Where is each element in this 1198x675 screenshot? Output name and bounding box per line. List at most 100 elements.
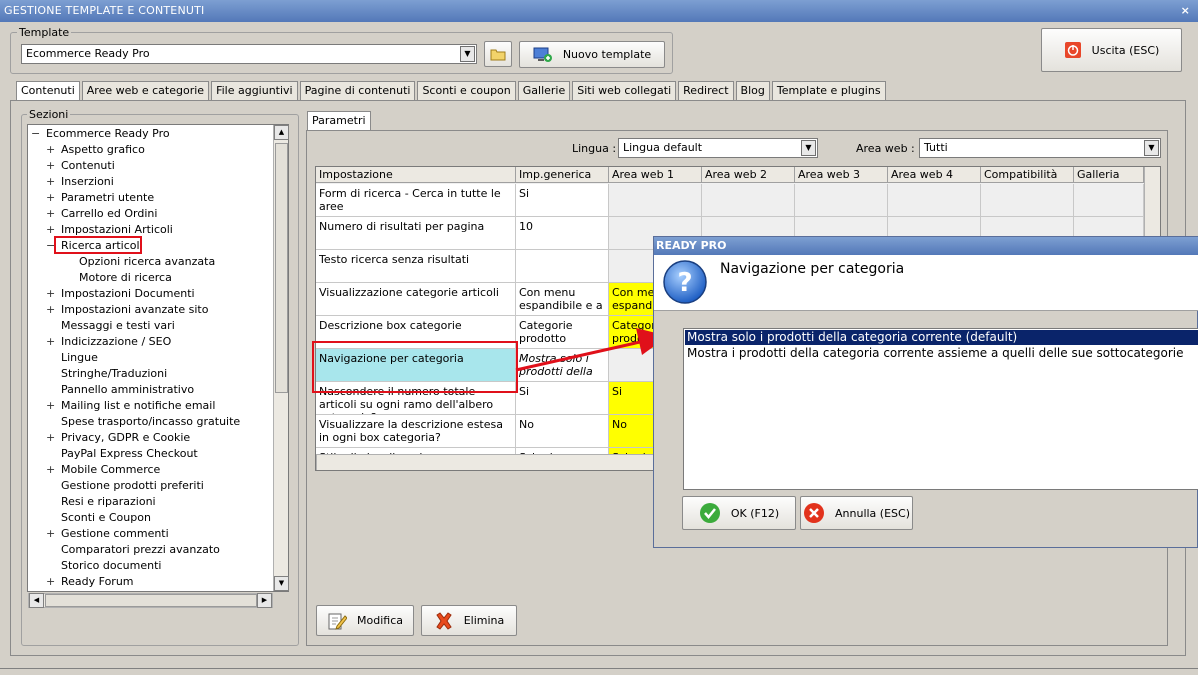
- tree-item[interactable]: + Impostazioni Documenti: [46, 286, 195, 302]
- expand-icon[interactable]: +: [46, 190, 55, 206]
- modify-button[interactable]: Modifica: [316, 605, 414, 636]
- tree-item[interactable]: Spese trasporto/incasso gratuite: [46, 414, 240, 430]
- tree-item[interactable]: Storico documenti: [46, 558, 161, 574]
- grid-cell[interactable]: [702, 184, 795, 217]
- tree-item[interactable]: + Parametri utente: [46, 190, 154, 206]
- grid-cell[interactable]: [795, 184, 888, 217]
- column-header[interactable]: Area web 3: [795, 167, 888, 183]
- expand-icon[interactable]: +: [46, 302, 55, 318]
- new-template-button[interactable]: Nuovo template: [519, 41, 665, 68]
- grid-cell[interactable]: [981, 184, 1074, 217]
- tree-item[interactable]: + Ready Forum: [46, 574, 134, 590]
- sections-tree[interactable]: − Ecommerce Ready Pro + Aspetto grafico + Con…: [27, 124, 289, 592]
- expand-icon[interactable]: +: [46, 334, 55, 350]
- expand-icon[interactable]: +: [46, 158, 55, 174]
- column-header[interactable]: Area web 2: [702, 167, 795, 183]
- tree-item[interactable]: Gestione prodotti preferiti: [46, 478, 204, 494]
- expand-icon[interactable]: +: [46, 574, 55, 590]
- scroll-left-icon[interactable]: ◀: [29, 593, 44, 608]
- column-header[interactable]: Area web 1: [609, 167, 702, 183]
- grid-cell[interactable]: Si: [516, 382, 609, 415]
- h-scroll-thumb[interactable]: [45, 594, 257, 607]
- tree-item[interactable]: + Indicizzazione / SEO: [46, 334, 171, 350]
- tab-parametri[interactable]: Parametri: [307, 111, 371, 132]
- tree-item[interactable]: Stringhe/Traduzioni: [46, 366, 167, 382]
- tab-file-aggiuntivi[interactable]: File aggiuntivi: [211, 81, 298, 101]
- column-header[interactable]: Galleria: [1074, 167, 1144, 183]
- tab-redirect[interactable]: Redirect: [678, 81, 734, 101]
- tree-item[interactable]: + Carrello ed Ordini: [46, 206, 157, 222]
- tree-item[interactable]: Opzioni ricerca avanzata: [73, 254, 215, 270]
- scroll-thumb[interactable]: [275, 143, 288, 393]
- expand-icon[interactable]: +: [46, 526, 55, 542]
- ok-button[interactable]: OK (F12): [682, 496, 796, 530]
- template-select[interactable]: Ecommerce Ready Pro ▼: [21, 44, 477, 64]
- lingua-select[interactable]: Lingua default ▼: [618, 138, 818, 158]
- open-folder-button[interactable]: [484, 41, 512, 67]
- grid-cell[interactable]: Categorie prodotto: [516, 316, 609, 349]
- tree-item[interactable]: − Ecommerce Ready Pro: [31, 126, 170, 142]
- tab-pagine-contenuti[interactable]: Pagine di contenuti: [299, 81, 416, 101]
- scroll-down-icon[interactable]: ▼: [274, 576, 289, 591]
- tree-horizontal-scrollbar[interactable]: ◀ ▶: [28, 593, 273, 608]
- tree-item[interactable]: + Mobile Commerce: [46, 462, 160, 478]
- dialog-options-list[interactable]: Mostra solo i prodotti della categoria c…: [683, 328, 1198, 490]
- tab-aree-web[interactable]: Aree web e categorie: [81, 81, 210, 101]
- expand-icon[interactable]: +: [46, 174, 55, 190]
- tree-item[interactable]: Pannello amministrativo: [46, 382, 194, 398]
- grid-cell[interactable]: [516, 250, 609, 283]
- tree-item[interactable]: Motore di ricerca: [73, 270, 172, 286]
- expand-icon[interactable]: +: [46, 462, 55, 478]
- tree-item[interactable]: Resi e riparazioni: [46, 494, 156, 510]
- grid-cell[interactable]: [1074, 184, 1144, 217]
- delete-button[interactable]: Elimina: [421, 605, 517, 636]
- tree-item[interactable]: Sconti e Coupon: [46, 510, 151, 526]
- grid-cell[interactable]: Si: [516, 184, 609, 217]
- scroll-up-icon[interactable]: ▲: [274, 125, 289, 140]
- grid-cell[interactable]: [888, 184, 981, 217]
- option-current-category[interactable]: Mostra solo i prodotti della categoria c…: [685, 330, 1198, 345]
- tree-item[interactable]: + Gestione commenti: [46, 526, 169, 542]
- tree-item[interactable]: PayPal Express Checkout: [46, 446, 198, 462]
- grid-cell[interactable]: Visualizzare la descrizione estesa in og…: [316, 415, 516, 448]
- grid-cell[interactable]: Form di ricerca - Cerca in tutte le aree: [316, 184, 516, 217]
- grid-cell[interactable]: No: [516, 415, 609, 448]
- exit-button[interactable]: Uscita (ESC): [1041, 28, 1182, 72]
- column-header[interactable]: Area web 4: [888, 167, 981, 183]
- column-header[interactable]: Impostazione: [316, 167, 516, 183]
- column-header[interactable]: Compatibilità: [981, 167, 1074, 183]
- tab-blog[interactable]: Blog: [735, 81, 770, 101]
- expand-icon[interactable]: +: [46, 398, 55, 414]
- grid-cell[interactable]: Numero di risultati per pagina: [316, 217, 516, 250]
- grid-cell[interactable]: Con menu espandibile e a ...: [516, 283, 609, 316]
- tree-item[interactable]: Lingue: [46, 350, 98, 366]
- chevron-down-icon[interactable]: ▼: [460, 46, 475, 62]
- expand-icon[interactable]: +: [46, 142, 55, 158]
- area-web-select[interactable]: Tutti ▼: [919, 138, 1161, 158]
- tab-sconti-coupon[interactable]: Sconti e coupon: [417, 81, 516, 101]
- chevron-down-icon[interactable]: ▼: [801, 140, 816, 156]
- tree-item[interactable]: + Impostazioni avanzate sito: [46, 302, 208, 318]
- tree-item[interactable]: + Privacy, GDPR e Cookie: [46, 430, 190, 446]
- tree-item[interactable]: + Inserzioni: [46, 174, 114, 190]
- expand-icon[interactable]: +: [46, 430, 55, 446]
- column-header[interactable]: Imp.generica: [516, 167, 609, 183]
- close-icon[interactable]: ×: [1181, 0, 1190, 22]
- tab-gallerie[interactable]: Gallerie: [517, 81, 571, 101]
- expand-icon[interactable]: +: [46, 206, 55, 222]
- tree-vertical-scrollbar[interactable]: ▲ ▼: [273, 125, 289, 591]
- grid-cell[interactable]: Testo ricerca senza risultati: [316, 250, 516, 283]
- collapse-icon[interactable]: −: [31, 126, 40, 142]
- tree-item[interactable]: + Contenuti: [46, 158, 115, 174]
- tab-siti-collegati[interactable]: Siti web collegati: [572, 81, 677, 101]
- scroll-right-icon[interactable]: ▶: [257, 593, 272, 608]
- tab-contenuti[interactable]: Contenuti: [16, 81, 80, 102]
- chevron-down-icon[interactable]: ▼: [1144, 140, 1159, 156]
- tree-item[interactable]: Messaggi e testi vari: [46, 318, 175, 334]
- tree-item[interactable]: Comparatori prezzi avanzato: [46, 542, 220, 558]
- tree-item[interactable]: + Mailing list e notifiche email: [46, 398, 215, 414]
- grid-cell[interactable]: Mostra solo i prodotti della c...: [516, 349, 609, 382]
- grid-cell[interactable]: Visualizzazione categorie articoli: [316, 283, 516, 316]
- expand-icon[interactable]: +: [46, 286, 55, 302]
- tab-template-plugins[interactable]: Template e plugins: [771, 81, 886, 101]
